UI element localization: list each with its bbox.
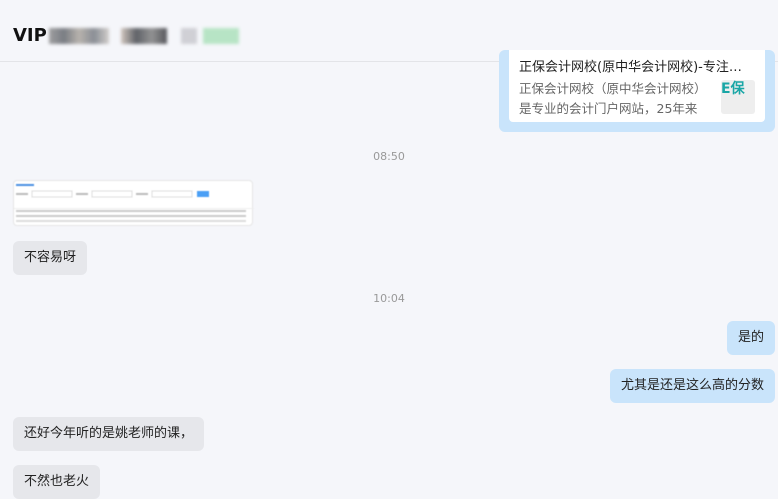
redacted-name	[120, 27, 167, 44]
message-bubble[interactable]: 不然也老火	[13, 465, 101, 499]
link-card-thumbnail: E保	[721, 80, 755, 114]
timestamp: 08:50	[373, 150, 405, 163]
link-card-message[interactable]: 正保会计网校(原中华会计网校)-专注会... 正保会计网校（原中华会计网校）是专…	[499, 50, 775, 132]
redacted-name	[48, 27, 109, 44]
message-bubble[interactable]: 还好今年听的是姚老师的课，	[13, 417, 205, 451]
chat-title: VIP	[13, 25, 239, 46]
redacted-status	[202, 27, 239, 44]
image-message[interactable]	[13, 180, 254, 226]
link-card-title: 正保会计网校(原中华会计网校)-专注会...	[519, 60, 753, 75]
link-card-description: 正保会计网校（原中华会计网校）是专业的会计门户网站，25年来专注...	[519, 81, 707, 116]
message-bubble[interactable]: 不容易呀	[13, 241, 88, 275]
message-bubble[interactable]: 尤其是还是这么高的分数	[609, 369, 775, 403]
redacted-name	[180, 27, 197, 44]
title-text: VIP	[13, 25, 47, 46]
timestamp: 10:04	[373, 292, 405, 305]
message-bubble[interactable]: 是的	[726, 321, 775, 355]
thumb-text: E保	[721, 81, 745, 97]
screenshot-thumbnail	[14, 184, 254, 222]
